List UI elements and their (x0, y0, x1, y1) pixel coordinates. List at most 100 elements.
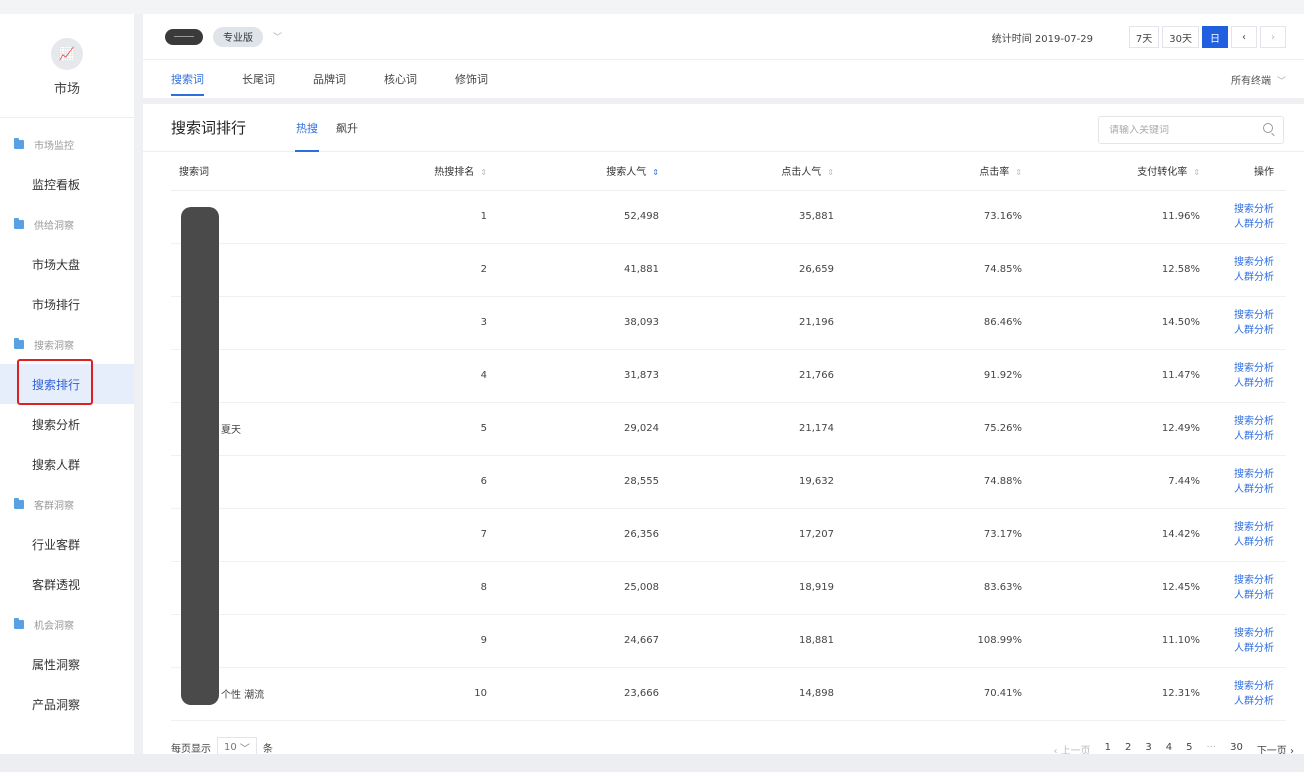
cell-rank: 4 (387, 349, 487, 403)
sidebar-item-label: 行业客群 (32, 537, 81, 552)
tab-search-words[interactable]: 搜索词 (171, 60, 204, 98)
table-row: 4 31,873 21,766 91.92% 11.47% 搜索分析 人群分析 (171, 349, 1286, 403)
sidebar-group[interactable]: 搜索洞察 (0, 324, 134, 364)
sidebar-group[interactable]: 市场监控 (0, 124, 134, 164)
col-click-rate[interactable]: 点击率 ⇕ (834, 152, 1022, 191)
crowd-analysis-link[interactable]: 人群分析 (1200, 641, 1274, 656)
cell-actions: 搜索分析 人群分析 (1200, 561, 1286, 615)
crowd-analysis-link[interactable]: 人群分析 (1200, 694, 1274, 709)
shop-badge[interactable] (165, 28, 203, 45)
sidebar-item[interactable]: 行业客群 (0, 524, 134, 564)
market-chart-icon: 📈 (51, 38, 83, 70)
period-7d-button[interactable]: 7天 (1128, 26, 1160, 48)
sort-desc-icon[interactable]: ⇕ (652, 168, 659, 177)
tab-long-tail-words[interactable]: 长尾词 (242, 60, 275, 98)
cell-rank: 8 (387, 561, 487, 615)
sort-icon[interactable]: ⇕ (827, 168, 834, 177)
sidebar-item[interactable]: 搜索排行 (0, 359, 134, 405)
period-30d-button[interactable]: 30天 (1162, 26, 1199, 48)
sort-icon[interactable]: ⇕ (1015, 168, 1022, 177)
cell-search-popularity: 52,498 (487, 190, 659, 244)
cell-conversion-rate: 12.31% (1022, 667, 1200, 721)
crowd-analysis-link[interactable]: 人群分析 (1200, 270, 1274, 285)
sidebar-group[interactable]: 供给洞察 (0, 204, 134, 244)
sidebar-logo-label: 市场 (53, 82, 80, 97)
cell-click-rate: 91.92% (834, 349, 1022, 403)
table-row: 8 25,008 18,919 83.63% 12.45% 搜索分析 人群分析 (171, 561, 1286, 615)
sidebar-item[interactable]: 属性洞察 (0, 644, 134, 684)
search-analysis-link[interactable]: 搜索分析 (1200, 573, 1274, 588)
cell-actions: 搜索分析 人群分析 (1200, 455, 1286, 509)
sidebar-item[interactable]: 客群透视 (0, 564, 134, 604)
chevron-down-icon[interactable]: ﹀ (273, 30, 282, 43)
cell-click-popularity: 17,207 (659, 508, 834, 562)
cell-conversion-rate: 12.45% (1022, 561, 1200, 615)
col-conversion-rate[interactable]: 支付转化率 ⇕ (1022, 152, 1200, 191)
search-analysis-link[interactable]: 搜索分析 (1200, 255, 1274, 270)
crowd-analysis-link[interactable]: 人群分析 (1200, 429, 1274, 444)
cell-search-popularity: 29,024 (487, 402, 659, 456)
chevron-down-icon: ﹀ (1276, 77, 1286, 87)
cell-conversion-rate: 11.47% (1022, 349, 1200, 403)
search-analysis-link[interactable]: 搜索分析 (1200, 467, 1274, 482)
tab-core-words[interactable]: 核心词 (384, 60, 417, 98)
crowd-analysis-link[interactable]: 人群分析 (1200, 482, 1274, 497)
page-size-label: 每页显示 (171, 743, 211, 755)
cell-search-popularity: 31,873 (487, 349, 659, 403)
sidebar-logo[interactable]: 📈 市场 (0, 14, 134, 118)
next-date-button[interactable]: › (1260, 26, 1286, 48)
sort-icon[interactable]: ⇕ (480, 168, 487, 177)
sidebar-item[interactable]: 市场排行 (0, 284, 134, 324)
table-row: 2 41,881 26,659 74.85% 12.58% 搜索分析 人群分析 (171, 243, 1286, 297)
cell-click-popularity: 21,196 (659, 296, 834, 350)
sidebar-item[interactable]: 产品洞察 (0, 684, 134, 724)
sidebar-item[interactable]: 监控看板 (0, 164, 134, 204)
search-analysis-link[interactable]: 搜索分析 (1200, 679, 1274, 694)
crowd-analysis-link[interactable]: 人群分析 (1200, 323, 1274, 338)
redaction-mask (181, 207, 219, 705)
subtab-hot[interactable]: 热搜 (295, 104, 320, 152)
cell-rank: 3 (387, 296, 487, 350)
terminal-select[interactable]: 所有终端 ﹀ (1231, 72, 1286, 87)
folder-icon (14, 137, 24, 149)
sidebar-item[interactable]: 搜索分析 (0, 404, 134, 444)
col-search-popularity[interactable]: 搜索人气 ⇕ (487, 152, 659, 191)
edition-badge[interactable]: 专业版 (213, 26, 263, 47)
sidebar-group[interactable]: 机会洞察 (0, 604, 134, 644)
page-size-unit: 条 (262, 743, 273, 755)
col-hot-rank[interactable]: 热搜排名 ⇕ (387, 152, 487, 191)
crowd-analysis-link[interactable]: 人群分析 (1200, 376, 1274, 391)
cell-conversion-rate: 14.42% (1022, 508, 1200, 562)
prev-date-button[interactable]: ‹ (1231, 26, 1257, 48)
sidebar-item[interactable]: 市场大盘 (0, 244, 134, 284)
cell-conversion-rate: 12.49% (1022, 402, 1200, 456)
search-analysis-link[interactable]: 搜索分析 (1200, 308, 1274, 323)
cell-conversion-rate: 14.50% (1022, 296, 1200, 350)
bottom-bar (0, 754, 1304, 772)
sidebar-group[interactable]: 客群洞察 (0, 484, 134, 524)
crowd-analysis-link[interactable]: 人群分析 (1200, 217, 1274, 232)
crowd-analysis-link[interactable]: 人群分析 (1200, 535, 1274, 550)
cell-actions: 搜索分析 人群分析 (1200, 402, 1286, 456)
cell-rank: 7 (387, 508, 487, 562)
period-day-button[interactable]: 日 (1202, 26, 1228, 48)
search-icon[interactable] (1263, 123, 1273, 133)
tab-brand-words[interactable]: 品牌词 (313, 60, 346, 98)
search-analysis-link[interactable]: 搜索分析 (1200, 361, 1274, 376)
search-analysis-link[interactable]: 搜索分析 (1200, 520, 1274, 535)
cell-search-popularity: 23,666 (487, 667, 659, 721)
search-analysis-link[interactable]: 搜索分析 (1200, 202, 1274, 217)
crowd-analysis-link[interactable]: 人群分析 (1200, 588, 1274, 603)
sort-icon[interactable]: ⇕ (1193, 168, 1200, 177)
cell-actions: 搜索分析 人群分析 (1200, 508, 1286, 562)
keyword-search-input[interactable] (1109, 124, 1259, 136)
cell-rank: 1 (387, 190, 487, 244)
search-analysis-link[interactable]: 搜索分析 (1200, 414, 1274, 429)
col-click-popularity[interactable]: 点击人气 ⇕ (659, 152, 834, 191)
cell-actions: 搜索分析 人群分析 (1200, 349, 1286, 403)
sidebar-item[interactable]: 搜索人群 (0, 444, 134, 484)
subtab-rising[interactable]: 飙升 (336, 104, 358, 152)
tab-modifier-words[interactable]: 修饰词 (455, 60, 488, 98)
search-analysis-link[interactable]: 搜索分析 (1200, 626, 1274, 641)
table-row: 7 26,356 17,207 73.17% 14.42% 搜索分析 人群分析 (171, 508, 1286, 562)
